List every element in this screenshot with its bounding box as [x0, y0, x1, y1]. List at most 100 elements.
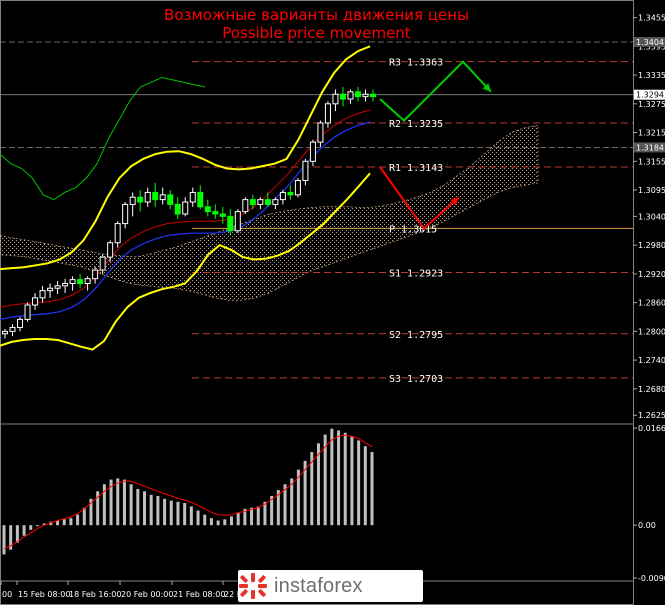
histogram-bar [62, 519, 66, 526]
candle-body [2, 330, 8, 335]
candle-body [204, 206, 211, 213]
histogram-bar [2, 525, 6, 555]
signal-line [3, 434, 373, 550]
histogram-bar [69, 518, 73, 526]
histogram-bar [82, 507, 86, 526]
chart-title-ru: Возможные варианты движения цены [164, 6, 469, 24]
candle-body [47, 287, 54, 292]
instaforex-logo-icon [239, 573, 267, 599]
candle-body [182, 201, 189, 215]
level-label-R3: R3 1.3363 [389, 58, 443, 69]
histogram-bar [256, 506, 260, 526]
price-tick-label-10: 1.2860 [638, 299, 665, 308]
histogram-bar [337, 430, 341, 526]
candle-body [264, 199, 271, 205]
candle-body [174, 203, 181, 215]
candle-body [370, 93, 376, 98]
price-tick-label-0: 1.3455 [638, 14, 665, 23]
candle-body [152, 191, 159, 201]
osc-tick-label-0: 0.01662 [638, 424, 665, 433]
histogram-bar [169, 500, 173, 526]
candle-body [197, 191, 204, 208]
histogram-bar [229, 516, 233, 526]
candle-body [69, 279, 76, 284]
histogram-bar [250, 507, 254, 526]
level-label-S2: S2 1.2795 [389, 330, 443, 341]
time-tick-label-1: 15 Feb 08:00 [18, 590, 70, 599]
histogram-bar [263, 501, 267, 526]
histogram-bar [76, 514, 80, 526]
candle-body [129, 196, 136, 205]
candle-body [249, 199, 256, 205]
candle-body [54, 285, 61, 289]
histogram-bar [223, 519, 227, 526]
time-tick-label-3: 20 Feb 00:00 [121, 590, 173, 599]
histogram-bar [209, 518, 213, 526]
candle-body [317, 122, 324, 143]
histogram-bar [189, 506, 193, 526]
price-tag-0: 1.3404 [636, 38, 664, 47]
candle-body [167, 194, 174, 205]
candle-body [234, 211, 241, 232]
level-label-P: P 1.3015 [389, 224, 437, 235]
candle-body [362, 93, 369, 98]
histogram-bar [203, 514, 207, 526]
candle-body [309, 141, 316, 162]
time-tick-label-0: 00 [2, 590, 12, 599]
candle-body [39, 290, 46, 299]
histogram-bar [22, 525, 26, 536]
price-tick-label-8: 1.2980 [638, 241, 665, 250]
forecast-up-arrow [379, 60, 492, 122]
histogram-bar [343, 432, 347, 526]
chikou-span [0, 76, 206, 201]
candle-body [242, 199, 249, 213]
candle-body [144, 191, 151, 203]
candle-body [324, 103, 331, 124]
candle-body [77, 279, 84, 284]
watermark-text: instaforex [274, 574, 363, 597]
time-tick-label-2: 18 Feb 16:00 [69, 590, 121, 599]
time-tick-label-4: 21 Feb 08:00 [173, 590, 225, 599]
level-label-S3: S3 1.2703 [389, 374, 443, 385]
price-tick-label-7: 1.3040 [638, 212, 665, 221]
candle-body [92, 269, 99, 280]
candle-body [294, 179, 301, 196]
candle-body [219, 213, 226, 217]
candle-body [159, 194, 166, 201]
level-label-S1: S1 1.2923 [389, 268, 443, 279]
candle-body [339, 93, 346, 100]
price-tick-label-5: 1.3155 [638, 157, 665, 166]
price-tick-label-4: 1.3215 [638, 129, 665, 138]
candle-body [137, 196, 144, 203]
candle-body [354, 91, 361, 98]
histogram-bar [330, 428, 334, 526]
histogram-bar [163, 498, 167, 526]
histogram-bar [143, 491, 147, 526]
price-tick-label-13: 1.2680 [638, 385, 665, 394]
cloud-area [0, 124, 539, 301]
candle-body [9, 327, 16, 332]
candle-body [227, 215, 234, 232]
histogram-bar [35, 525, 39, 527]
candle-body [107, 242, 114, 258]
level-label-R2: R2 1.3235 [389, 119, 443, 130]
histogram-bar [149, 494, 153, 526]
candle-body [287, 191, 294, 196]
candle-body [302, 160, 309, 181]
histogram-bar [122, 479, 126, 526]
candle-body [332, 93, 339, 105]
candle-body [272, 199, 279, 205]
price-axis: 1.34551.33951.33351.32751.32151.31551.30… [633, 14, 665, 583]
histogram-bar [136, 488, 140, 526]
histogram-bar [15, 525, 19, 543]
price-chart: R3 1.3363 R2 1.3235 R1 1.3143 P 1.3015 S1 1.… [0, 0, 665, 605]
histogram-bar [370, 452, 374, 526]
price-tick-label-9: 1.2920 [638, 270, 665, 279]
candle-body [62, 282, 69, 287]
candle-body [17, 318, 24, 329]
osc-tick-label-2: -0.00903 [638, 574, 665, 583]
histogram-bar [156, 495, 160, 526]
candle-body [347, 91, 354, 100]
candle-body [99, 256, 106, 271]
histogram-bar [216, 520, 220, 526]
